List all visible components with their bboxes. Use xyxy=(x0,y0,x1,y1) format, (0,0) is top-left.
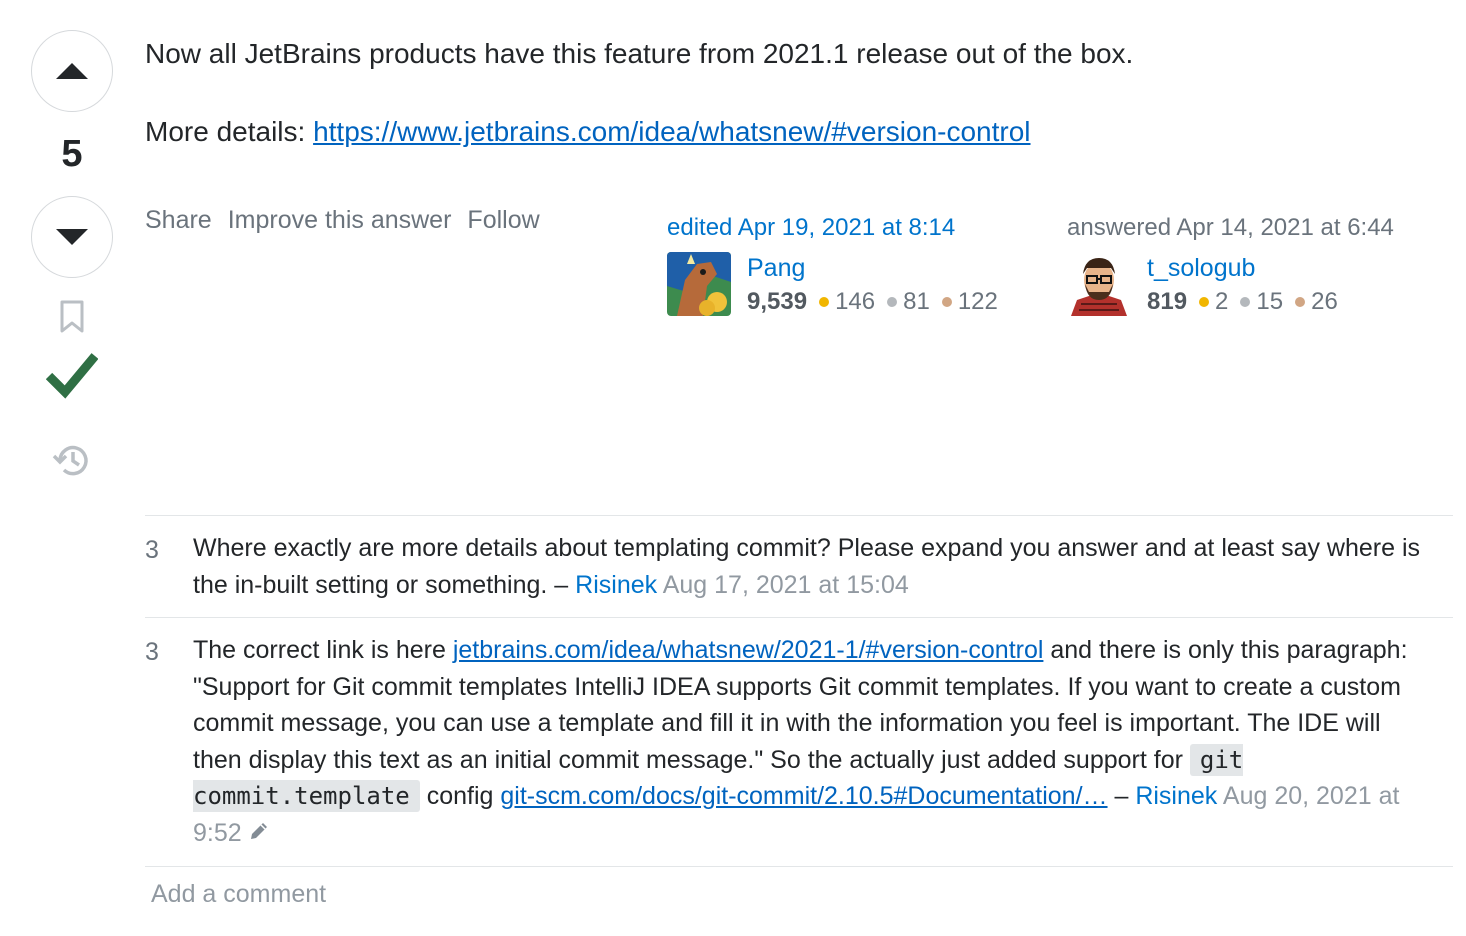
edited-comment-marker xyxy=(248,816,270,853)
gold-badges: 146 xyxy=(819,284,875,320)
gold-count: 2 xyxy=(1215,288,1229,315)
silver-badges: 81 xyxy=(887,284,930,320)
history-icon xyxy=(52,445,88,476)
reputation-score: 819 xyxy=(1147,288,1188,315)
gold-badges: 2 xyxy=(1199,284,1228,320)
comment-user[interactable]: Risinek xyxy=(575,571,657,599)
avatar[interactable] xyxy=(1067,252,1131,316)
gold-count: 146 xyxy=(835,288,876,315)
whatsnew-link[interactable]: https://www.jetbrains.com/idea/whatsnew/… xyxy=(313,116,1030,147)
comment-body: Where exactly are more details about tem… xyxy=(193,530,1453,603)
share-link[interactable]: Share xyxy=(145,206,212,235)
bronze-badges: 122 xyxy=(941,284,998,320)
avatar[interactable] xyxy=(667,252,731,316)
bronze-badges: 26 xyxy=(1295,284,1338,320)
comment-text: config xyxy=(419,782,501,810)
details-label: More details: xyxy=(145,116,314,147)
git-docs-link[interactable]: git-scm.com/docs/git-commit/2.10.5#Docum… xyxy=(500,782,1107,810)
comment-score: 3 xyxy=(145,638,159,666)
whatsnew-2021-link[interactable]: jetbrains.com/idea/whatsnew/2021-1/#vers… xyxy=(453,636,1044,664)
vote-column: 5 xyxy=(30,30,114,478)
editor-reputation: 9,539 146 81 122 xyxy=(747,284,1010,320)
answer-paragraph: Now all JetBrains products have this fea… xyxy=(145,38,1134,69)
bookmark-icon xyxy=(60,300,84,333)
comment: 3 The correct link is here jetbrains.com… xyxy=(145,617,1453,868)
author-avatar-icon xyxy=(1067,252,1131,316)
follow-link[interactable]: Follow xyxy=(467,206,539,235)
accepted-answer-check xyxy=(46,352,98,400)
pencil-icon xyxy=(250,822,267,839)
editor-name[interactable]: Pang xyxy=(747,252,1010,284)
answer-paragraph: More details: https://www.jetbrains.com/… xyxy=(145,112,1445,152)
author-user: t_sologub 819 2 15 26 xyxy=(1067,252,1394,320)
add-comment-link[interactable]: Add a comment xyxy=(151,880,326,909)
bronze-count: 122 xyxy=(957,288,998,315)
comment-separator: – xyxy=(1107,782,1136,810)
edited-timestamp[interactable]: edited Apr 19, 2021 at 8:14 xyxy=(667,212,1010,244)
down-arrow-icon xyxy=(56,229,88,245)
silver-badges: 15 xyxy=(1240,284,1283,320)
silver-badge-icon xyxy=(887,297,898,307)
up-arrow-icon xyxy=(56,63,88,79)
bronze-badge-icon xyxy=(1295,297,1306,307)
bookmark-button[interactable] xyxy=(59,300,85,334)
comment-score: 3 xyxy=(145,536,159,564)
silver-count: 81 xyxy=(903,288,930,315)
bronze-count: 26 xyxy=(1311,288,1338,315)
answered-timestamp: answered Apr 14, 2021 at 6:44 xyxy=(1067,214,1394,241)
reputation-score: 9,539 xyxy=(747,288,808,315)
vote-count: 5 xyxy=(61,133,83,175)
silver-count: 15 xyxy=(1256,288,1284,315)
answer-body: Now all JetBrains products have this fea… xyxy=(145,34,1445,190)
gold-badge-icon xyxy=(1199,297,1210,307)
editor-signature: edited Apr 19, 2021 at 8:14 Pang 9,539 1… xyxy=(667,212,1010,320)
editor-user: Pang 9,539 146 81 122 xyxy=(667,252,1010,320)
comment: 3 Where exactly are more details about t… xyxy=(145,515,1453,617)
upvote-button[interactable] xyxy=(31,30,113,112)
gold-badge-icon xyxy=(819,297,830,307)
silver-badge-icon xyxy=(1240,297,1251,307)
author-reputation: 819 2 15 26 xyxy=(1147,284,1350,320)
comments-list: 3 Where exactly are more details about t… xyxy=(145,515,1453,868)
comment-date[interactable]: Aug 17, 2021 at 15:04 xyxy=(663,571,909,599)
timeline-button[interactable] xyxy=(52,442,92,478)
checkmark-icon xyxy=(46,353,98,399)
comment-body: The correct link is here jetbrains.com/i… xyxy=(193,632,1453,852)
comment-text: The correct link is here xyxy=(193,636,453,664)
bronze-badge-icon xyxy=(941,297,952,307)
author-name[interactable]: t_sologub xyxy=(1147,252,1350,284)
comment-separator: – xyxy=(547,570,576,599)
comment-user[interactable]: Risinek xyxy=(1135,782,1217,810)
improve-answer-link[interactable]: Improve this answer xyxy=(228,206,452,235)
post-menu: Share Improve this answer Follow xyxy=(145,206,540,235)
downvote-button[interactable] xyxy=(31,196,113,278)
editor-avatar-icon xyxy=(667,252,731,316)
author-signature: answered Apr 14, 2021 at 6:44 t_sologub … xyxy=(1067,212,1394,320)
